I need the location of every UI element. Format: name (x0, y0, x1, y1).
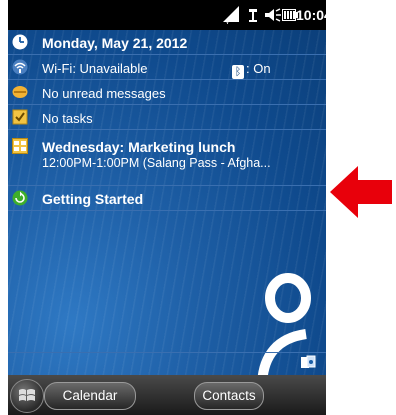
contacts-softkey[interactable]: Contacts (194, 382, 264, 410)
phone-screen: √ 10:04 (8, 0, 326, 415)
sync-status-icon[interactable] (300, 354, 316, 370)
today-screen: Monday, May 21, 2012 Wi-Fi: Unavailable … (8, 30, 326, 385)
messages-item[interactable]: No unread messages (8, 80, 326, 105)
wifi-icon (12, 59, 28, 75)
softkey-bar: Calendar Contacts (8, 375, 326, 415)
bluetooth-status[interactable]: ᛒ: On (232, 61, 271, 79)
calendar-softkey[interactable]: Calendar (44, 382, 136, 410)
start-button[interactable] (10, 379, 44, 413)
tasks-label: No tasks (42, 111, 93, 126)
svg-text:√: √ (225, 16, 230, 26)
bluetooth-status-label: : On (246, 61, 271, 76)
red-pointer-arrow-icon (330, 166, 392, 218)
volume-icon (265, 8, 281, 22)
messaging-icon (12, 86, 28, 98)
bluetooth-icon: ᛒ (232, 65, 244, 79)
today-date-label: Monday, May 21, 2012 (42, 35, 188, 51)
clock-time: 10:04 (296, 7, 326, 23)
wifi-status-label: Wi-Fi: Unavailable (42, 61, 148, 76)
windows-flag-icon (19, 389, 35, 401)
separator-line (8, 352, 326, 353)
tasks-checkbox-icon (12, 109, 28, 125)
appointment-detail: 12:00PM-1:00PM (Salang Pass - Afgha... (42, 156, 271, 170)
tasks-item[interactable]: No tasks (8, 105, 326, 130)
data-connection-icon (249, 9, 257, 22)
getting-started-item[interactable]: Getting Started (8, 186, 326, 211)
connectivity-item[interactable]: Wi-Fi: Unavailable ᛒ: On (8, 55, 326, 80)
status-bar[interactable]: √ 10:04 (8, 0, 326, 30)
today-date-item[interactable]: Monday, May 21, 2012 (8, 30, 326, 55)
appointment-item[interactable]: Wednesday: Marketing lunch 12:00PM-1:00P… (8, 130, 326, 186)
appointment-title: Wednesday: Marketing lunch (42, 139, 236, 155)
getting-started-label: Getting Started (42, 191, 144, 207)
messages-label: No unread messages (42, 86, 166, 101)
signal-strength-icon: √ (223, 6, 239, 26)
clock-icon (12, 34, 28, 50)
getting-started-icon (12, 190, 28, 206)
calendar-icon (12, 138, 28, 154)
